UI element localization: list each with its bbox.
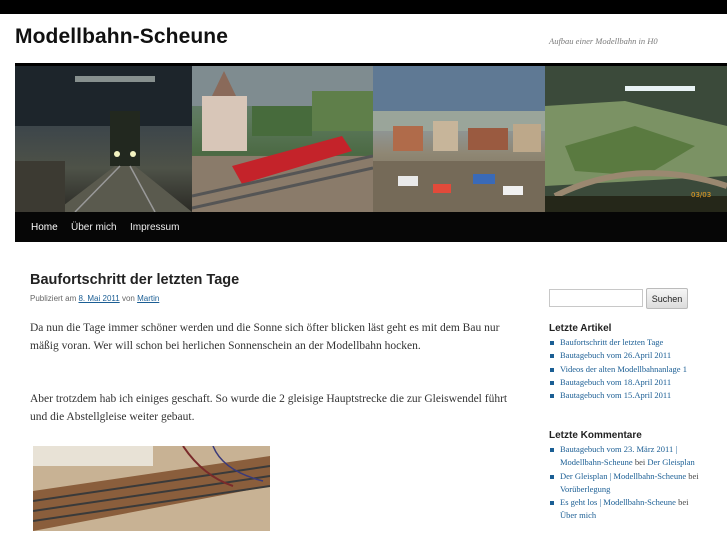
list-item: Bautagebuch vom 18.April 2011	[549, 376, 699, 389]
recent-posts-list: Baufortschritt der letzten Tage Bautageb…	[549, 336, 699, 402]
site-title[interactable]: Modellbahn-Scheune	[15, 25, 228, 49]
comment-target-link[interactable]: Der Gleisplan	[647, 457, 694, 467]
header-banner: 03/03	[15, 66, 727, 212]
comment-target-link[interactable]: Über mich	[560, 510, 596, 520]
recent-posts-title: Letzte Artikel	[549, 323, 612, 334]
comment-by: bei	[678, 497, 689, 508]
list-item: Bautagebuch vom 15.April 2011	[549, 389, 699, 402]
banner-photo-town	[373, 66, 545, 212]
list-item: Baufortschritt der letzten Tage	[549, 336, 699, 349]
post-meta-by: von	[121, 294, 135, 303]
recent-post-link[interactable]: Bautagebuch vom 15.April 2011	[560, 390, 671, 400]
recent-comments-list: Bautagebuch vom 23. März 2011 | Modellba…	[549, 443, 699, 523]
post-meta-prefix: Publiziert am	[30, 294, 77, 303]
post-meta: Publiziert am 8. Mai 2011 von Martin	[30, 294, 159, 303]
comment-by: bei	[634, 457, 646, 468]
main-navigation: Home Über mich Impressum	[15, 212, 727, 242]
list-item: Bautagebuch vom 26.April 2011	[549, 349, 699, 362]
recent-post-link[interactable]: Bautagebuch vom 18.April 2011	[560, 377, 671, 387]
search-button[interactable]: Suchen	[646, 288, 688, 309]
search-input[interactable]	[549, 289, 643, 307]
post-date-link[interactable]: 8. Mai 2011	[78, 294, 119, 303]
banner-photo-landscape: 03/03	[545, 66, 727, 212]
comment-source-link[interactable]: Der Gleisplan | Modellbahn-Scheune	[560, 471, 686, 481]
site-description: Aufbau einer Modellbahn in H0	[549, 36, 658, 46]
nav-home[interactable]: Home	[31, 222, 58, 233]
banner-photo-church-train	[192, 66, 373, 212]
post-author-link[interactable]: Martin	[137, 294, 159, 303]
banner-timestamp: 03/03	[691, 191, 711, 199]
comment-source-link[interactable]: Es geht los | Modellbahn-Scheune	[560, 497, 676, 507]
post-paragraph: Da nun die Tage immer schöner werden und…	[30, 322, 500, 352]
recent-post-link[interactable]: Baufortschritt der letzten Tage	[560, 337, 663, 347]
list-item: Es geht los | Modellbahn-Scheune bei Übe…	[549, 496, 699, 523]
recent-post-link[interactable]: Bautagebuch vom 26.April 2011	[560, 350, 671, 360]
banner-photo-station	[15, 66, 192, 212]
comment-by: bei	[688, 470, 699, 481]
list-item: Videos der alten Modellbahnanlage 1	[549, 363, 699, 376]
comment-target-link[interactable]: Vorüberlegung	[560, 484, 610, 494]
recent-post-link[interactable]: Videos der alten Modellbahnanlage 1	[560, 364, 687, 374]
recent-comments-title: Letzte Kommentare	[549, 430, 642, 441]
list-item: Der Gleisplan | Modellbahn-Scheune bei V…	[549, 470, 699, 497]
nav-about[interactable]: Über mich	[71, 222, 117, 233]
top-bar	[0, 0, 727, 14]
nav-imprint[interactable]: Impressum	[130, 222, 179, 233]
post-paragraph: Aber trotzdem hab ich einiges geschaft. …	[30, 393, 508, 423]
post-image-track-layout[interactable]	[33, 446, 270, 531]
post-title[interactable]: Baufortschritt der letzten Tage	[30, 272, 239, 288]
list-item: Bautagebuch vom 23. März 2011 | Modellba…	[549, 443, 699, 470]
